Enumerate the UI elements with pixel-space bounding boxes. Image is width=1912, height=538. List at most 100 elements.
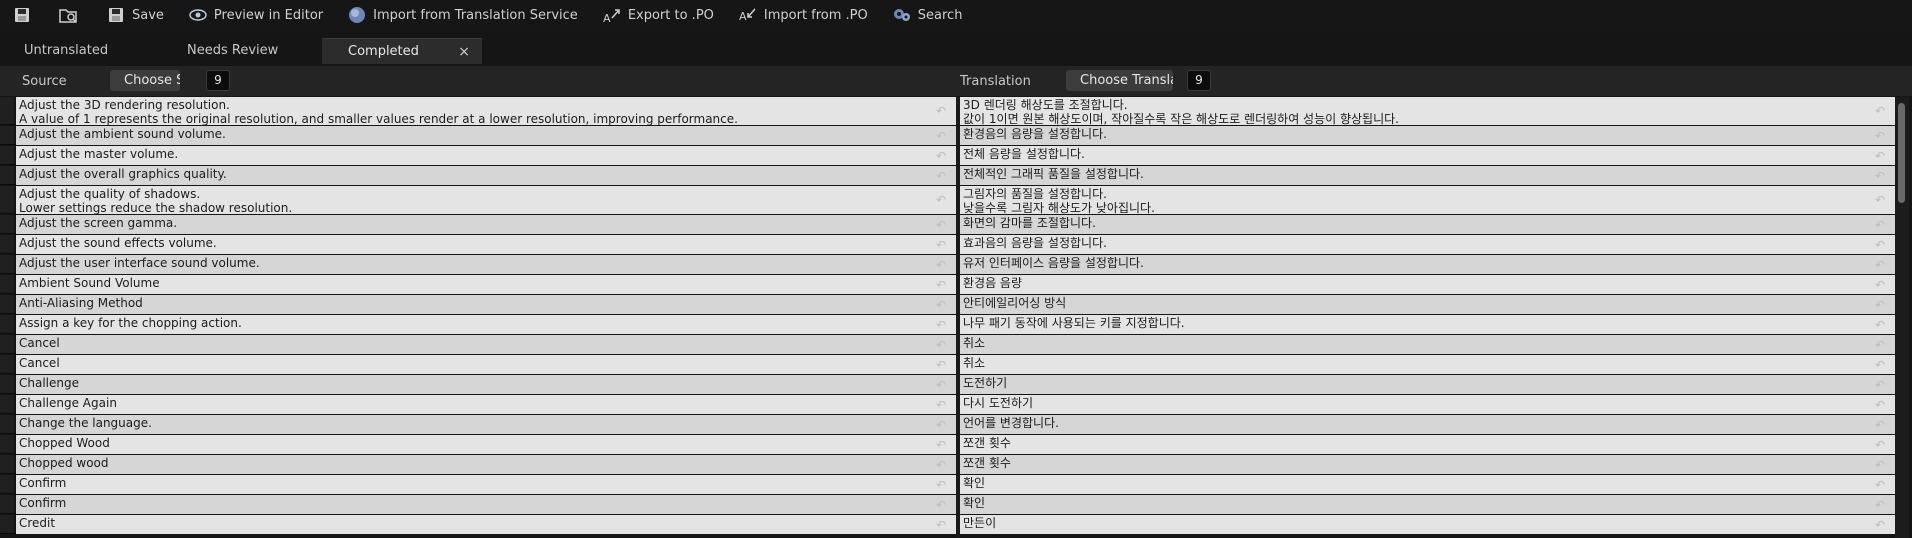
scrollbar-thumb[interactable] — [1898, 103, 1905, 203]
translation-cell[interactable]: 그림자의 품질을 설정합니다. 낮을수록 그림자 해상도가 낮아집니다. ↶ — [960, 186, 1895, 214]
preview-in-editor-button[interactable]: Preview in Editor — [182, 2, 329, 28]
revert-icon[interactable]: ↶ — [936, 478, 950, 492]
source-cell[interactable]: Adjust the screen gamma. ↶ — [16, 215, 956, 234]
source-cell[interactable]: Chopped wood ↶ — [16, 455, 956, 474]
revert-icon[interactable]: ↶ — [1875, 478, 1889, 492]
row-handle[interactable] — [0, 215, 16, 234]
revert-icon[interactable]: ↶ — [936, 358, 950, 372]
revert-icon[interactable]: ↶ — [1875, 149, 1889, 163]
close-tab-icon[interactable]: × — [458, 39, 470, 65]
vertical-scrollbar[interactable] — [1895, 97, 1909, 538]
translation-cell[interactable]: 다시 도전하기 ↶ — [960, 395, 1895, 414]
search-button[interactable]: Search — [886, 2, 969, 28]
import-from-po-button[interactable]: A Import from .PO — [732, 2, 874, 28]
row-handle[interactable] — [0, 375, 16, 394]
row-handle[interactable] — [0, 275, 16, 294]
revert-icon[interactable]: ↶ — [936, 318, 950, 332]
translation-cell[interactable]: 확인 ↶ — [960, 495, 1895, 514]
column-divider[interactable] — [956, 97, 960, 538]
revert-icon[interactable]: ↶ — [1875, 318, 1889, 332]
row-handle[interactable] — [0, 455, 16, 474]
revert-icon[interactable]: ↶ — [1875, 458, 1889, 472]
revert-icon[interactable]: ↶ — [1875, 498, 1889, 512]
translation-cell[interactable]: 전체 음량을 설정합니다. ↶ — [960, 146, 1895, 165]
revert-icon[interactable]: ↶ — [936, 258, 950, 272]
import-from-translation-service-button[interactable]: Import from Translation Service — [341, 2, 584, 28]
source-cell[interactable]: Anti-Aliasing Method ↶ — [16, 295, 956, 314]
tab-completed[interactable]: Completed × — [322, 38, 482, 64]
revert-icon[interactable]: ↶ — [1875, 169, 1889, 183]
translation-cell[interactable]: 안티에일리어싱 방식 ↶ — [960, 295, 1895, 314]
source-cell[interactable]: Adjust the master volume. ↶ — [16, 146, 956, 165]
source-cell[interactable]: Adjust the user interface sound volume. ↶ — [16, 255, 956, 274]
translation-cell[interactable]: 취소 ↶ — [960, 335, 1895, 354]
revert-icon[interactable]: ↶ — [936, 418, 950, 432]
revert-icon[interactable]: ↶ — [1875, 358, 1889, 372]
revert-icon[interactable]: ↶ — [936, 438, 950, 452]
row-handle[interactable] — [0, 166, 16, 185]
translation-cell[interactable]: 전체적인 그래픽 품질을 설정합니다. ↶ — [960, 166, 1895, 185]
row-handle[interactable] — [0, 255, 16, 274]
save-button[interactable]: Save — [100, 2, 170, 28]
tab-needs-review[interactable]: Needs Review — [187, 38, 297, 64]
choose-translation-button[interactable]: Choose Translation — [1066, 70, 1173, 91]
row-handle[interactable] — [0, 315, 16, 334]
source-cell[interactable]: Challenge Again ↶ — [16, 395, 956, 414]
revert-icon[interactable]: ↶ — [1875, 298, 1889, 312]
source-cell[interactable]: Assign a key for the chopping action. ↶ — [16, 315, 956, 334]
row-handle[interactable] — [0, 235, 16, 254]
revert-icon[interactable]: ↶ — [1875, 278, 1889, 292]
revert-icon[interactable]: ↶ — [1875, 218, 1889, 232]
row-handle[interactable] — [0, 435, 16, 454]
translation-cell[interactable]: 쪼갠 횟수 ↶ — [960, 455, 1895, 474]
row-handle[interactable] — [0, 146, 16, 165]
revert-icon[interactable]: ↶ — [936, 149, 950, 163]
revert-icon[interactable]: ↶ — [1875, 438, 1889, 452]
revert-icon[interactable]: ↶ — [1875, 338, 1889, 352]
source-cell[interactable]: Chopped Wood ↶ — [16, 435, 956, 454]
revert-icon[interactable]: ↶ — [936, 398, 950, 412]
source-cell[interactable]: Adjust the quality of shadows. Lower set… — [16, 186, 956, 214]
revert-icon[interactable]: ↶ — [1875, 378, 1889, 392]
translation-cell[interactable]: 확인 ↶ — [960, 475, 1895, 494]
save-all-button[interactable] — [8, 2, 36, 28]
source-cell[interactable]: Confirm ↶ — [16, 475, 956, 494]
revert-icon[interactable]: ↶ — [936, 518, 950, 532]
translation-cell[interactable]: 화면의 감마를 조절합니다. ↶ — [960, 215, 1895, 234]
revert-icon[interactable]: ↶ — [936, 498, 950, 512]
tab-untranslated[interactable]: Untranslated — [24, 38, 134, 64]
source-cell[interactable]: Change the language. ↶ — [16, 415, 956, 434]
source-cell[interactable]: Credit ↶ — [16, 515, 956, 534]
source-cell[interactable]: Adjust the sound effects volume. ↶ — [16, 235, 956, 254]
row-handle[interactable] — [0, 186, 16, 214]
revert-icon[interactable]: ↶ — [936, 278, 950, 292]
revert-icon[interactable]: ↶ — [936, 458, 950, 472]
revert-icon[interactable]: ↶ — [1875, 104, 1889, 118]
revert-icon[interactable]: ↶ — [936, 193, 950, 207]
translation-cell[interactable]: 도전하기 ↶ — [960, 375, 1895, 394]
source-cell[interactable]: Ambient Sound Volume ↶ — [16, 275, 956, 294]
revert-icon[interactable]: ↶ — [936, 169, 950, 183]
revert-icon[interactable]: ↶ — [936, 378, 950, 392]
browse-button[interactable] — [54, 2, 82, 28]
row-handle[interactable] — [0, 295, 16, 314]
revert-icon[interactable]: ↶ — [936, 298, 950, 312]
revert-icon[interactable]: ↶ — [1875, 238, 1889, 252]
row-handle[interactable] — [0, 475, 16, 494]
revert-icon[interactable]: ↶ — [1875, 258, 1889, 272]
revert-icon[interactable]: ↶ — [936, 338, 950, 352]
source-cell[interactable]: Confirm ↶ — [16, 495, 956, 514]
row-handle[interactable] — [0, 495, 16, 514]
revert-icon[interactable]: ↶ — [936, 238, 950, 252]
export-to-po-button[interactable]: A Export to .PO — [596, 2, 720, 28]
source-cell[interactable]: Cancel ↶ — [16, 335, 956, 354]
revert-icon[interactable]: ↶ — [1875, 193, 1889, 207]
source-font-size-box[interactable]: 9 — [206, 70, 230, 91]
revert-icon[interactable]: ↶ — [1875, 398, 1889, 412]
revert-icon[interactable]: ↶ — [1875, 518, 1889, 532]
row-handle[interactable] — [0, 415, 16, 434]
source-cell[interactable]: Adjust the 3D rendering resolution. A va… — [16, 97, 956, 125]
translation-font-size-box[interactable]: 9 — [1187, 70, 1211, 91]
row-handle[interactable] — [0, 126, 16, 145]
row-handle[interactable] — [0, 395, 16, 414]
